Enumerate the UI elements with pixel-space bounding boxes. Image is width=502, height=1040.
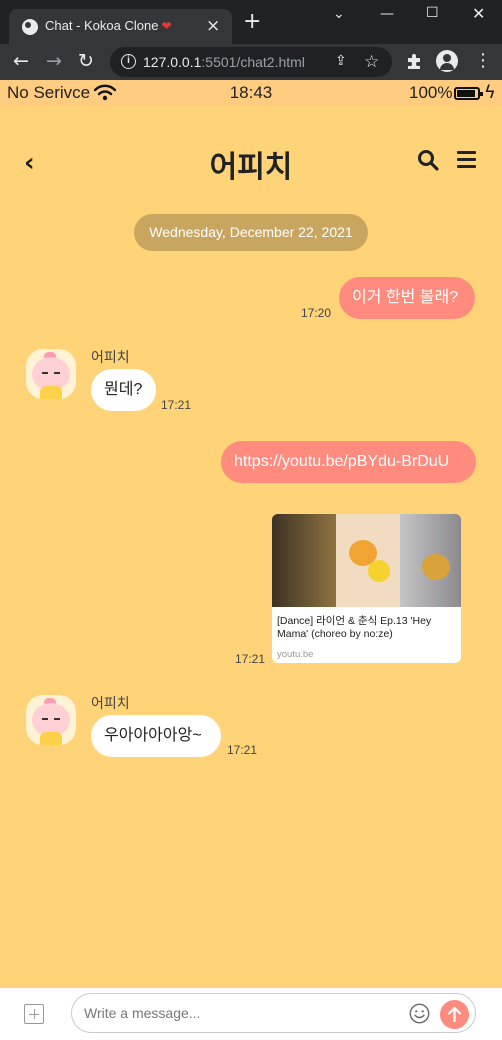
reload-button[interactable]: ↻: [78, 50, 94, 72]
my-message-bubble[interactable]: 이거 한번 볼래?: [339, 277, 475, 319]
link-preview-card[interactable]: [Dance] 라이언 & 춘식 Ep.13 'Hey Mama' (chore…: [272, 514, 461, 663]
sender-name: 어피치: [91, 349, 130, 365]
their-message-bubble[interactable]: 뭔데?: [91, 369, 156, 411]
sender-name: 어피치: [91, 695, 130, 711]
my-link-bubble[interactable]: https://youtu.be/pBYdu-BrDuU: [221, 441, 476, 483]
link-preview-title: [Dance] 라이언 & 춘식 Ep.13 'Hey Mama' (chore…: [277, 615, 432, 640]
status-bar: No Serivce 18:43 100% ϟ: [0, 80, 502, 106]
new-tab-button[interactable]: +: [243, 9, 261, 34]
video-thumbnail: [272, 514, 461, 607]
globe-icon: [22, 19, 38, 35]
sender-avatar[interactable]: [26, 695, 76, 745]
back-button[interactable]: ←: [13, 50, 29, 72]
link-preview-host: youtu.be: [277, 649, 314, 660]
battery-percent: 100%: [409, 83, 453, 102]
message-composer: [0, 988, 502, 1040]
sender-avatar[interactable]: [26, 349, 76, 399]
profile-avatar-icon[interactable]: [436, 50, 458, 72]
url-path: :5501/chat2.html: [201, 54, 305, 70]
share-icon[interactable]: ⇪: [335, 53, 347, 69]
tab-title: Chat - Kokoa Clone ❤: [45, 18, 172, 33]
url-host: 127.0.0.1: [143, 54, 202, 70]
tab-close-icon[interactable]: ×: [206, 16, 220, 36]
arrow-up-icon: [447, 1006, 462, 1023]
hamburger-icon[interactable]: [457, 151, 476, 168]
minimize-button[interactable]: —: [380, 6, 394, 22]
bolt-icon: ϟ: [484, 82, 496, 103]
heart-icon: ❤: [161, 19, 172, 33]
extensions-puzzle-icon[interactable]: [405, 52, 423, 70]
bookmark-star-icon[interactable]: ☆: [364, 52, 379, 72]
chat-app: No Serivce 18:43 100% ϟ ‹ 어피치 Wednesday,…: [0, 80, 502, 1040]
close-window-button[interactable]: ✕: [472, 4, 485, 23]
address-bar[interactable]: i 127.0.0.1:5501/chat2.html ⇪ ☆: [110, 47, 392, 77]
plus-square-icon[interactable]: [24, 1004, 44, 1024]
date-divider: Wednesday, December 22, 2021: [134, 214, 368, 251]
send-button[interactable]: [440, 1000, 469, 1029]
smile-icon[interactable]: [409, 1003, 430, 1024]
message-time: 17:21: [235, 652, 266, 666]
forward-button[interactable]: →: [46, 50, 62, 72]
search-icon[interactable]: [417, 149, 439, 171]
browser-menu-icon[interactable]: ⋮: [474, 50, 492, 71]
battery-icon: [454, 87, 483, 100]
message-time: 17:21: [227, 743, 258, 757]
url-text[interactable]: 127.0.0.1:5501/chat2.html: [143, 54, 305, 70]
browser-titlebar: Chat - Kokoa Clone ❤ × + ⌄ — ☐ ✕: [0, 0, 502, 44]
maximize-button[interactable]: ☐: [426, 5, 439, 21]
site-info-icon[interactable]: i: [121, 54, 136, 69]
browser-tab[interactable]: Chat - Kokoa Clone ❤ ×: [9, 9, 232, 44]
tab-title-text: Chat - Kokoa Clone: [45, 18, 159, 33]
message-time: 17:21: [161, 398, 192, 412]
tab-search-chevron-icon[interactable]: ⌄: [333, 6, 345, 22]
message-time: 17:20: [301, 306, 332, 320]
their-message-bubble[interactable]: 우아아아아앙~: [91, 715, 221, 757]
browser-toolbar: ← → ↻ i 127.0.0.1:5501/chat2.html ⇪ ☆ ⋮: [0, 44, 502, 80]
